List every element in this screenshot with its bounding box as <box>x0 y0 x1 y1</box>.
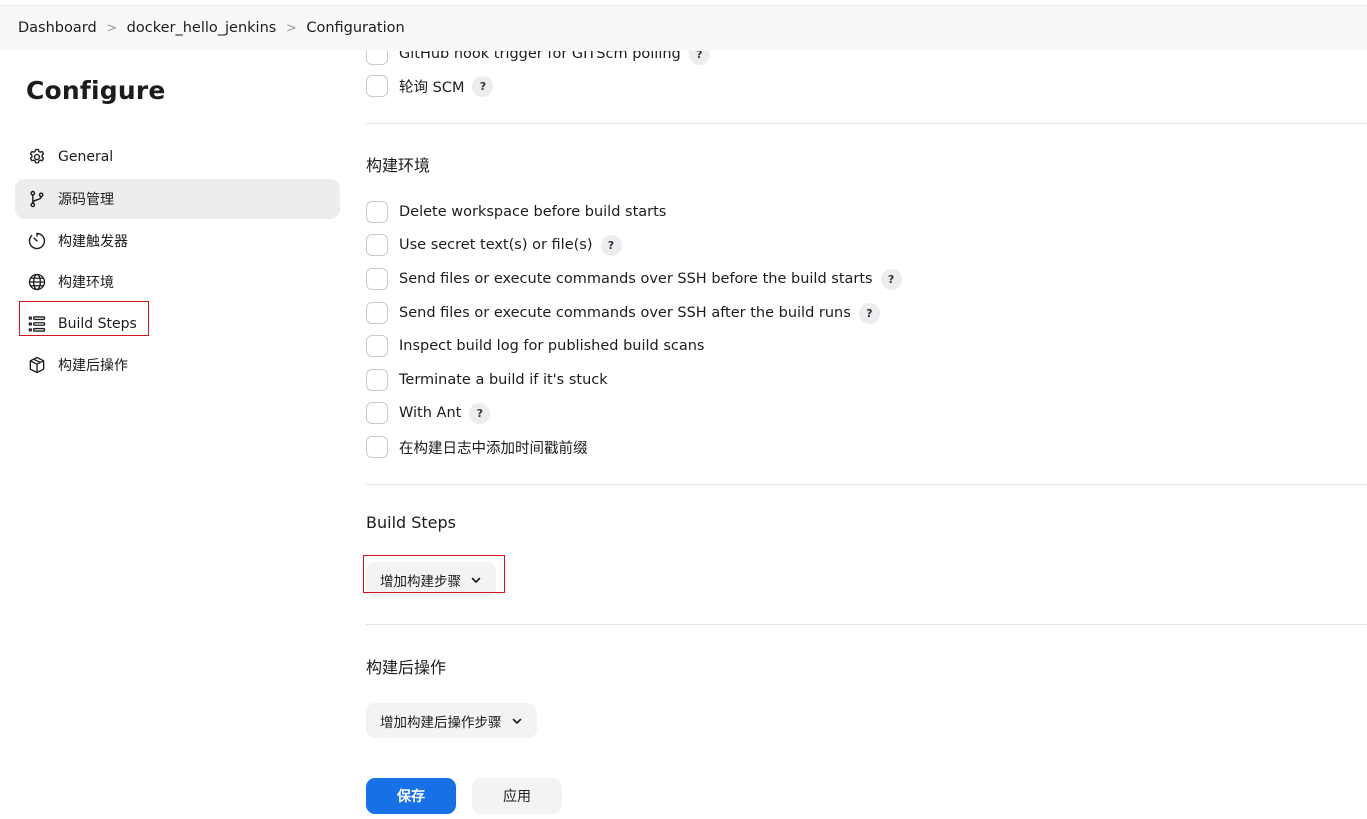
option-poll-scm: 轮询 SCM ? <box>366 74 494 98</box>
sidebar-item-label: 构建后操作 <box>58 358 128 374</box>
option-label: Use secret text(s) or file(s) <box>399 237 593 253</box>
page-title: Configure <box>26 76 166 105</box>
globe-icon <box>27 272 47 292</box>
option-label: With Ant <box>399 405 462 421</box>
help-icon[interactable]: ? <box>688 51 710 65</box>
option-secret-text: Use secret text(s) or file(s) ? <box>366 233 622 257</box>
breadcrumb-dashboard[interactable]: Dashboard <box>18 20 97 36</box>
sidebar-item-label: General <box>58 149 114 165</box>
section-heading-post-build: 构建后操作 <box>366 658 447 677</box>
breadcrumb-bar: Dashboard > docker_hello_jenkins > Confi… <box>0 5 1367 51</box>
checkbox[interactable] <box>366 51 388 65</box>
checkbox[interactable] <box>366 302 388 324</box>
section-heading-build-environment: 构建环境 <box>366 156 431 175</box>
help-icon[interactable]: ? <box>600 234 622 256</box>
timer-icon <box>27 231 47 251</box>
checkbox[interactable] <box>366 335 388 357</box>
add-build-step-highlight <box>363 555 505 593</box>
sidebar-item-label: 构建触发器 <box>58 234 128 250</box>
sidebar-item-label: 源码管理 <box>58 192 114 208</box>
help-icon[interactable]: ? <box>858 302 880 324</box>
branch-icon <box>27 189 47 209</box>
apply-button[interactable]: 应用 <box>472 778 562 814</box>
save-button[interactable]: 保存 <box>366 778 456 814</box>
sidebar-item-source-control[interactable]: 源码管理 <box>15 179 340 219</box>
option-label: Delete workspace before build starts <box>399 204 667 220</box>
option-label: 在构建日志中添加时间戳前缀 <box>399 440 588 457</box>
help-icon[interactable]: ? <box>880 268 902 290</box>
chevron-down-icon <box>511 715 523 727</box>
checkbox[interactable] <box>366 234 388 256</box>
build-steps-highlight <box>19 301 149 336</box>
option-with-ant: With Ant ? <box>366 401 491 425</box>
checkbox[interactable] <box>366 268 388 290</box>
help-icon[interactable]: ? <box>472 75 494 97</box>
checkbox[interactable] <box>366 369 388 391</box>
option-ssh-after: Send files or execute commands over SSH … <box>366 301 880 325</box>
option-delete-workspace: Delete workspace before build starts <box>366 200 666 224</box>
option-label: Send files or execute commands over SSH … <box>399 305 851 321</box>
option-label: Inspect build log for published build sc… <box>399 338 705 354</box>
checkbox[interactable] <box>366 402 388 424</box>
section-heading-build-steps: Build Steps <box>366 513 457 532</box>
option-timestamps: 在构建日志中添加时间戳前缀 <box>366 435 588 459</box>
help-icon[interactable]: ? <box>469 402 491 424</box>
option-label: Send files or execute commands over SSH … <box>399 271 873 287</box>
section-divider <box>366 123 1367 124</box>
breadcrumb-separator: > <box>285 20 297 36</box>
section-divider <box>366 484 1367 485</box>
breadcrumb-separator: > <box>106 20 118 36</box>
option-github-hook: GitHub hook trigger for GITScm polling ? <box>366 51 710 66</box>
sidebar-item-build-triggers[interactable]: 构建触发器 <box>15 221 340 261</box>
package-icon <box>27 355 47 375</box>
checkbox[interactable] <box>366 201 388 223</box>
breadcrumb-configuration[interactable]: Configuration <box>306 20 404 36</box>
checkbox[interactable] <box>366 75 388 97</box>
page-content: Configure General 源码管理 构建触发器 构建环境 Build … <box>0 51 1367 819</box>
button-label: 增加构建后操作步骤 <box>380 714 502 731</box>
gear-icon <box>27 147 47 167</box>
section-divider <box>366 624 1367 625</box>
option-inspect-build-log: Inspect build log for published build sc… <box>366 334 705 358</box>
breadcrumb: Dashboard > docker_hello_jenkins > Confi… <box>18 6 405 50</box>
breadcrumb-job[interactable]: docker_hello_jenkins <box>127 20 277 36</box>
sidebar-item-post-build[interactable]: 构建后操作 <box>15 345 340 385</box>
option-terminate-stuck: Terminate a build if it's stuck <box>366 368 608 392</box>
add-post-build-step-button[interactable]: 增加构建后操作步骤 <box>366 703 537 738</box>
option-ssh-before: Send files or execute commands over SSH … <box>366 267 902 291</box>
sidebar-item-general[interactable]: General <box>15 137 340 177</box>
option-label: Terminate a build if it's stuck <box>399 372 608 388</box>
checkbox[interactable] <box>366 436 388 458</box>
option-label: 轮询 SCM <box>399 79 465 96</box>
option-label: GitHub hook trigger for GITScm polling <box>399 51 681 62</box>
sidebar-item-label: 构建环境 <box>58 275 114 291</box>
sidebar-item-build-environment[interactable]: 构建环境 <box>15 262 340 302</box>
